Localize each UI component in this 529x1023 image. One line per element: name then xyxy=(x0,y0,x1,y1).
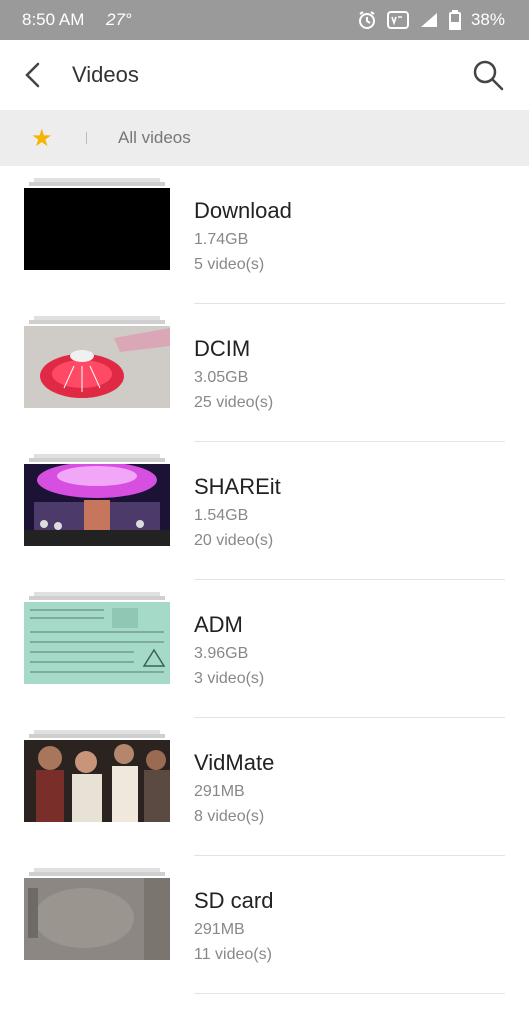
status-icons: 38% xyxy=(357,9,505,31)
folder-video-count: 20 video(s) xyxy=(194,532,274,549)
folder-video-count: 5 video(s) xyxy=(194,256,265,273)
folder-item-dcim[interactable]: DCIM 3.05GB 25 video(s) xyxy=(0,304,529,442)
folder-thumbnail xyxy=(24,316,170,418)
folder-size: 291MB xyxy=(194,783,245,800)
battery-icon xyxy=(448,10,461,30)
thumbnail-image xyxy=(24,878,170,960)
folder-item-vidmate[interactable]: VidMate 291MB 8 video(s) xyxy=(0,718,529,856)
status-bar: 8:50 AM 27° 38% xyxy=(0,0,529,40)
signal-icon xyxy=(420,13,437,27)
volte-icon xyxy=(386,11,409,29)
folder-name: SD card xyxy=(194,888,274,913)
all-videos-filter[interactable]: All videos xyxy=(118,128,191,148)
search-icon[interactable] xyxy=(471,58,505,92)
thumbnail-stack-middle xyxy=(29,320,165,324)
folder-item-sd-card[interactable]: SD card 291MB 11 video(s) xyxy=(0,856,529,994)
folder-video-count: 3 video(s) xyxy=(194,670,265,687)
rangoli-image xyxy=(24,326,170,408)
thumbnail-stack-middle xyxy=(29,872,165,876)
folder-video-count: 11 video(s) xyxy=(194,946,272,963)
folder-size: 3.96GB xyxy=(194,645,249,662)
battery-level: 38% xyxy=(470,10,505,29)
folder-name: SHAREit xyxy=(194,474,281,499)
filter-bar: ★ All videos xyxy=(0,110,529,166)
folder-thumbnail xyxy=(24,454,170,556)
certificate-image xyxy=(24,602,170,684)
folder-video-count: 8 video(s) xyxy=(194,808,265,825)
filter-separator xyxy=(86,132,87,144)
thumbnail-image xyxy=(24,602,170,684)
status-time: 8:50 AM xyxy=(22,10,85,29)
thumbnail-stack-middle xyxy=(29,596,165,600)
status-temperature: 27° xyxy=(106,10,132,29)
ground-image xyxy=(24,878,170,960)
folder-item-download[interactable]: Download 1.74GB 5 video(s) xyxy=(0,166,529,304)
app-bar: Videos xyxy=(0,40,529,111)
folder-list: Download 1.74GB 5 video(s) DCIM 3.05GB 2… xyxy=(0,166,529,994)
folder-video-count: 25 video(s) xyxy=(194,394,274,411)
folder-item-shareit[interactable]: SHAREit 1.54GB 20 video(s) xyxy=(0,442,529,580)
folder-size: 1.54GB xyxy=(194,507,249,524)
folder-thumbnail xyxy=(24,178,170,280)
stage-image xyxy=(24,464,170,546)
thumbnail-image xyxy=(24,740,170,822)
folder-name: DCIM xyxy=(194,336,251,361)
thumbnail-stack-middle xyxy=(29,734,165,738)
row-divider xyxy=(194,993,505,994)
page-title: Videos xyxy=(72,62,139,87)
folder-thumbnail xyxy=(24,730,170,832)
folder-thumbnail xyxy=(24,868,170,970)
folder-item-adm[interactable]: ADM 3.96GB 3 video(s) xyxy=(0,580,529,718)
folder-thumbnail xyxy=(24,592,170,694)
thumbnail-image xyxy=(24,464,170,546)
folder-size: 291MB xyxy=(194,921,245,938)
thumbnail-stack-middle xyxy=(29,182,165,186)
folder-name: ADM xyxy=(194,612,243,637)
thumbnail-image xyxy=(24,188,170,270)
thumbnail-stack-middle xyxy=(29,458,165,462)
folder-name: VidMate xyxy=(194,750,275,775)
alarm-icon xyxy=(358,11,375,29)
folder-size: 3.05GB xyxy=(194,369,249,386)
back-arrow-icon[interactable] xyxy=(20,60,50,90)
star-icon[interactable]: ★ xyxy=(31,124,53,153)
folder-name: Download xyxy=(194,198,292,223)
folder-size: 1.74GB xyxy=(194,231,249,248)
thumbnail-image xyxy=(24,326,170,408)
people-image xyxy=(24,740,170,822)
